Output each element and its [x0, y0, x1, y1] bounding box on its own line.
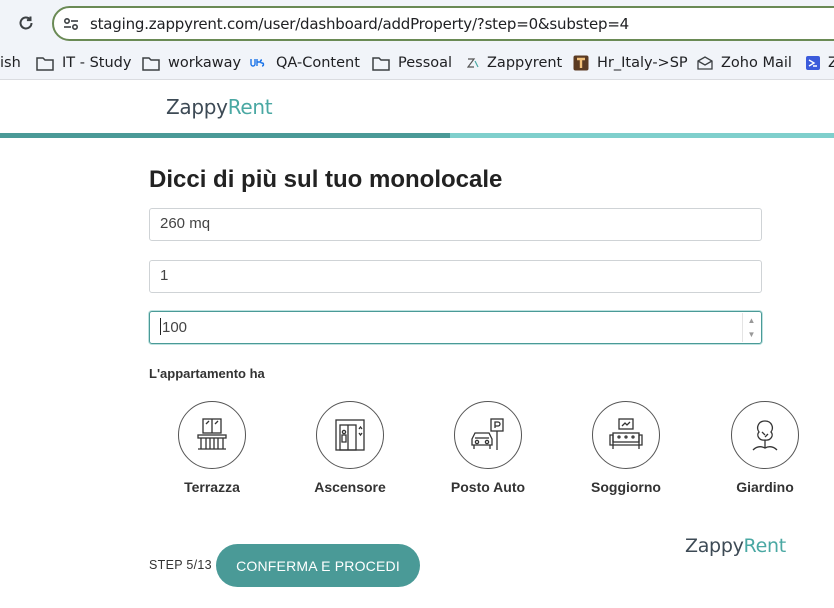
zappyrent-icon: [467, 58, 479, 68]
z-blue-icon: [806, 56, 820, 70]
confirm-button[interactable]: CONFERMA E PROCEDI: [216, 544, 420, 587]
bookmark-pessoal[interactable]: Pessoal: [372, 52, 452, 74]
number-spinner[interactable]: ▲ ▼: [742, 313, 760, 342]
logo-prefix: Zappy: [685, 535, 744, 557]
logo-prefix: Zappy: [166, 95, 228, 119]
bookmark-label: QA-Content: [276, 55, 360, 71]
amenity-soggiorno[interactable]: Soggiorno: [571, 401, 681, 495]
amenity-label: Ascensore: [314, 479, 386, 495]
url-field[interactable]: staging.zappyrent.com/user/dashboard/add…: [52, 6, 834, 41]
parking-icon: [471, 418, 504, 450]
amenities-label: L'appartamento ha: [149, 366, 265, 381]
logo-suffix: Rent: [227, 95, 273, 119]
bookmark-label: ish: [0, 55, 21, 71]
amenity-circle[interactable]: [178, 401, 246, 469]
bookmark-label: workaway: [168, 55, 242, 71]
bookmarks-bar: ish IT - Study workaway QA-Content Pesso…: [0, 46, 834, 80]
mail-icon: [697, 56, 713, 70]
page-title: Dicci di più sul tuo monolocale: [149, 166, 503, 193]
amenity-giardino[interactable]: Giardino: [710, 401, 820, 495]
bookmark-zappyrent[interactable]: Zappyrent: [467, 52, 562, 74]
amenity-label: Giardino: [736, 479, 794, 495]
spinner-down-icon[interactable]: ▼: [743, 327, 760, 341]
folder-icon: [36, 56, 54, 71]
app-header: ZappyRent: [0, 81, 834, 133]
size-input[interactable]: 260 mq: [149, 208, 762, 241]
amenity-circle[interactable]: [316, 401, 384, 469]
amenity-circle[interactable]: [592, 401, 660, 469]
amenity-terrazza[interactable]: Terrazza: [157, 401, 267, 495]
bookmark-hr-italy[interactable]: Hr_Italy->SP: [573, 52, 688, 74]
rooms-value: 1: [160, 267, 169, 284]
bookmark-label: Z: [828, 55, 834, 71]
url-text: staging.zappyrent.com/user/dashboard/add…: [90, 15, 630, 33]
bookmark-label: IT - Study: [62, 55, 132, 71]
amenity-label: Posto Auto: [450, 479, 526, 495]
elevator-icon: [335, 419, 365, 451]
bookmark-label: Zoho Mail: [721, 55, 792, 71]
reload-icon[interactable]: [14, 11, 38, 35]
amenity-posto-auto[interactable]: Posto Auto: [433, 401, 543, 495]
number-value: 100: [162, 319, 188, 336]
t-icon: [573, 55, 589, 71]
zappyrent-logo[interactable]: ZappyRent: [166, 95, 273, 119]
bookmark-z[interactable]: Z: [806, 52, 834, 74]
bookmark-workaway[interactable]: workaway: [142, 52, 241, 74]
folder-icon: [142, 56, 160, 71]
ubs-icon: [250, 59, 265, 67]
garden-icon: [752, 420, 778, 451]
progress-fill: [0, 133, 451, 138]
bookmark-label: Hr_Italy->SP: [597, 55, 688, 71]
bookmark-label: Pessoal: [398, 55, 453, 71]
bookmark-ish[interactable]: ish: [0, 52, 21, 74]
living-room-icon: [609, 418, 643, 449]
text-caret: [160, 318, 161, 335]
spinner-up-icon[interactable]: ▲: [743, 313, 760, 327]
progress-bar: [0, 133, 834, 138]
balcony-icon: [197, 418, 227, 450]
site-settings-icon[interactable]: [62, 15, 80, 33]
bookmark-it-study[interactable]: IT - Study: [36, 52, 131, 74]
footer-logo: ZappyRent: [685, 535, 786, 557]
browser-address-bar: staging.zappyrent.com/user/dashboard/add…: [0, 0, 834, 46]
step-indicator: STEP 5/13: [149, 558, 212, 572]
size-value: 260 mq: [160, 215, 211, 232]
folder-icon: [372, 56, 390, 71]
amenity-label: Soggiorno: [591, 479, 661, 495]
bookmark-zoho-mail[interactable]: Zoho Mail: [697, 52, 792, 74]
bookmark-label: Zappyrent: [487, 55, 563, 71]
amenity-label: Terrazza: [184, 479, 240, 495]
amenity-ascensore[interactable]: Ascensore: [295, 401, 405, 495]
rooms-input[interactable]: 1: [149, 260, 762, 293]
amenity-circle[interactable]: [454, 401, 522, 469]
bookmark-qa-content[interactable]: QA-Content: [250, 52, 360, 74]
amenity-circle[interactable]: [731, 401, 799, 469]
number-input[interactable]: 100 ▲ ▼: [149, 311, 762, 344]
logo-suffix: Rent: [743, 535, 787, 557]
